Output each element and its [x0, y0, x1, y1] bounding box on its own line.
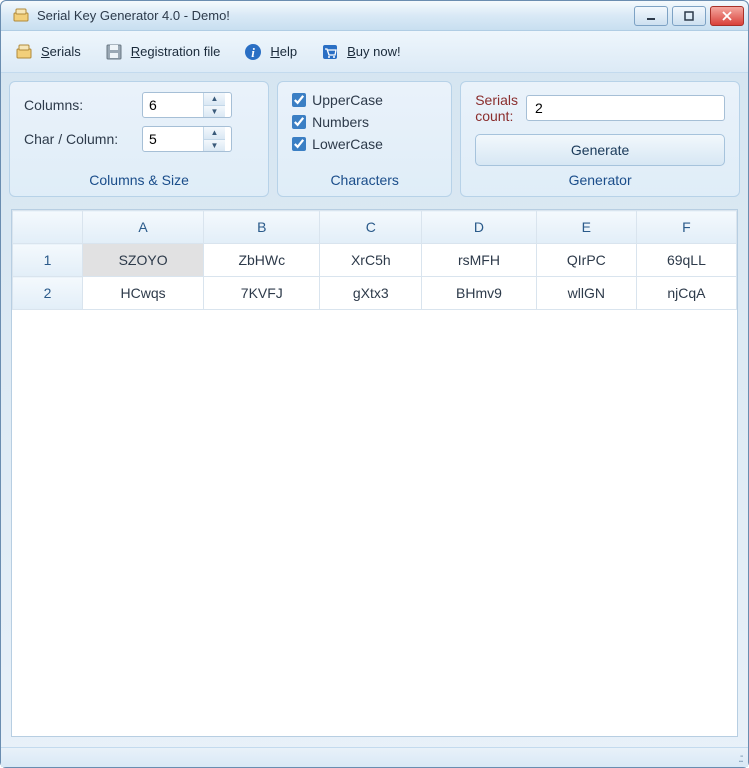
options-panels: Columns: ▲ ▼ Char / Column: ▲ ▼ [1, 73, 748, 205]
row-header[interactable]: 2 [13, 277, 83, 310]
cell[interactable]: BHmv9 [422, 277, 537, 310]
window-title: Serial Key Generator 4.0 - Demo! [37, 8, 634, 23]
cart-icon [319, 41, 341, 63]
menubar: Serials Registration file i Help Buy now… [1, 31, 748, 73]
row-header[interactable]: 1 [13, 244, 83, 277]
cell[interactable]: 7KVFJ [204, 277, 320, 310]
cell[interactable]: SZOYO [83, 244, 204, 277]
table-row: 2 HCwqs 7KVFJ gXtx3 BHmv9 wllGN njCqA [13, 277, 737, 310]
columns-down-button[interactable]: ▼ [203, 106, 225, 118]
cell[interactable]: QIrPC [536, 244, 636, 277]
cell[interactable]: wllGN [536, 277, 636, 310]
cell[interactable]: HCwqs [83, 277, 204, 310]
save-icon [103, 41, 125, 63]
minimize-button[interactable] [634, 6, 668, 26]
characters-caption: Characters [292, 166, 437, 192]
col-header-a[interactable]: A [83, 211, 204, 244]
col-header-e[interactable]: E [536, 211, 636, 244]
cell[interactable]: rsMFH [422, 244, 537, 277]
results-grid[interactable]: A B C D E F 1 SZOYO ZbHWc XrC5h rsMFH QI… [12, 210, 737, 310]
serials-count-label: Serials count: [475, 92, 518, 124]
charcol-up-button[interactable]: ▲ [203, 127, 225, 140]
menu-registration-file[interactable]: Registration file [103, 41, 221, 63]
menu-regfile-label: Registration file [131, 44, 221, 59]
svg-text:i: i [252, 45, 256, 60]
col-header-c[interactable]: C [320, 211, 422, 244]
cell[interactable]: XrC5h [320, 244, 422, 277]
menu-buy-now[interactable]: Buy now! [319, 41, 400, 63]
menu-help[interactable]: i Help [242, 41, 297, 63]
menu-buynow-label: Buy now! [347, 44, 400, 59]
columns-label: Columns: [24, 97, 134, 113]
menu-help-label: Help [270, 44, 297, 59]
columns-input[interactable] [143, 93, 203, 117]
cell[interactable]: 69qLL [636, 244, 736, 277]
lowercase-label: LowerCase [312, 136, 383, 152]
col-header-d[interactable]: D [422, 211, 537, 244]
numbers-checkbox[interactable] [292, 115, 306, 129]
info-icon: i [242, 41, 264, 63]
cell[interactable]: gXtx3 [320, 277, 422, 310]
table-row: 1 SZOYO ZbHWc XrC5h rsMFH QIrPC 69qLL [13, 244, 737, 277]
charcol-label: Char / Column: [24, 131, 134, 147]
charcol-input[interactable] [143, 127, 203, 151]
col-header-b[interactable]: B [204, 211, 320, 244]
close-button[interactable] [710, 6, 744, 26]
charcol-spinner[interactable]: ▲ ▼ [142, 126, 232, 152]
charcol-down-button[interactable]: ▼ [203, 140, 225, 152]
menu-serials[interactable]: Serials [13, 41, 81, 63]
window-buttons [634, 6, 744, 26]
col-header-f[interactable]: F [636, 211, 736, 244]
grid-corner[interactable] [13, 211, 83, 244]
uppercase-label: UpperCase [312, 92, 383, 108]
maximize-button[interactable] [672, 6, 706, 26]
titlebar[interactable]: Serial Key Generator 4.0 - Demo! [1, 1, 748, 31]
resize-grip-icon[interactable]: .:: [738, 751, 742, 765]
lowercase-checkbox[interactable] [292, 137, 306, 151]
cell[interactable]: ZbHWc [204, 244, 320, 277]
columns-spinner[interactable]: ▲ ▼ [142, 92, 232, 118]
uppercase-checkbox[interactable] [292, 93, 306, 107]
statusbar: .:: [1, 747, 748, 767]
columns-up-button[interactable]: ▲ [203, 93, 225, 106]
columns-size-caption: Columns & Size [24, 166, 254, 192]
generate-button[interactable]: Generate [475, 134, 725, 166]
generator-caption: Generator [475, 166, 725, 192]
menu-serials-label: Serials [41, 44, 81, 59]
columns-size-panel: Columns: ▲ ▼ Char / Column: ▲ ▼ [9, 81, 269, 197]
box-icon [13, 41, 35, 63]
generator-panel: Serials count: Generate Generator [460, 81, 740, 197]
characters-panel: UpperCase Numbers LowerCase Characters [277, 81, 452, 197]
cell[interactable]: njCqA [636, 277, 736, 310]
serials-count-input[interactable] [526, 95, 725, 121]
numbers-label: Numbers [312, 114, 369, 130]
app-icon [11, 6, 31, 26]
main-window: Serial Key Generator 4.0 - Demo! Serials… [0, 0, 749, 768]
results-grid-area: A B C D E F 1 SZOYO ZbHWc XrC5h rsMFH QI… [11, 209, 738, 737]
